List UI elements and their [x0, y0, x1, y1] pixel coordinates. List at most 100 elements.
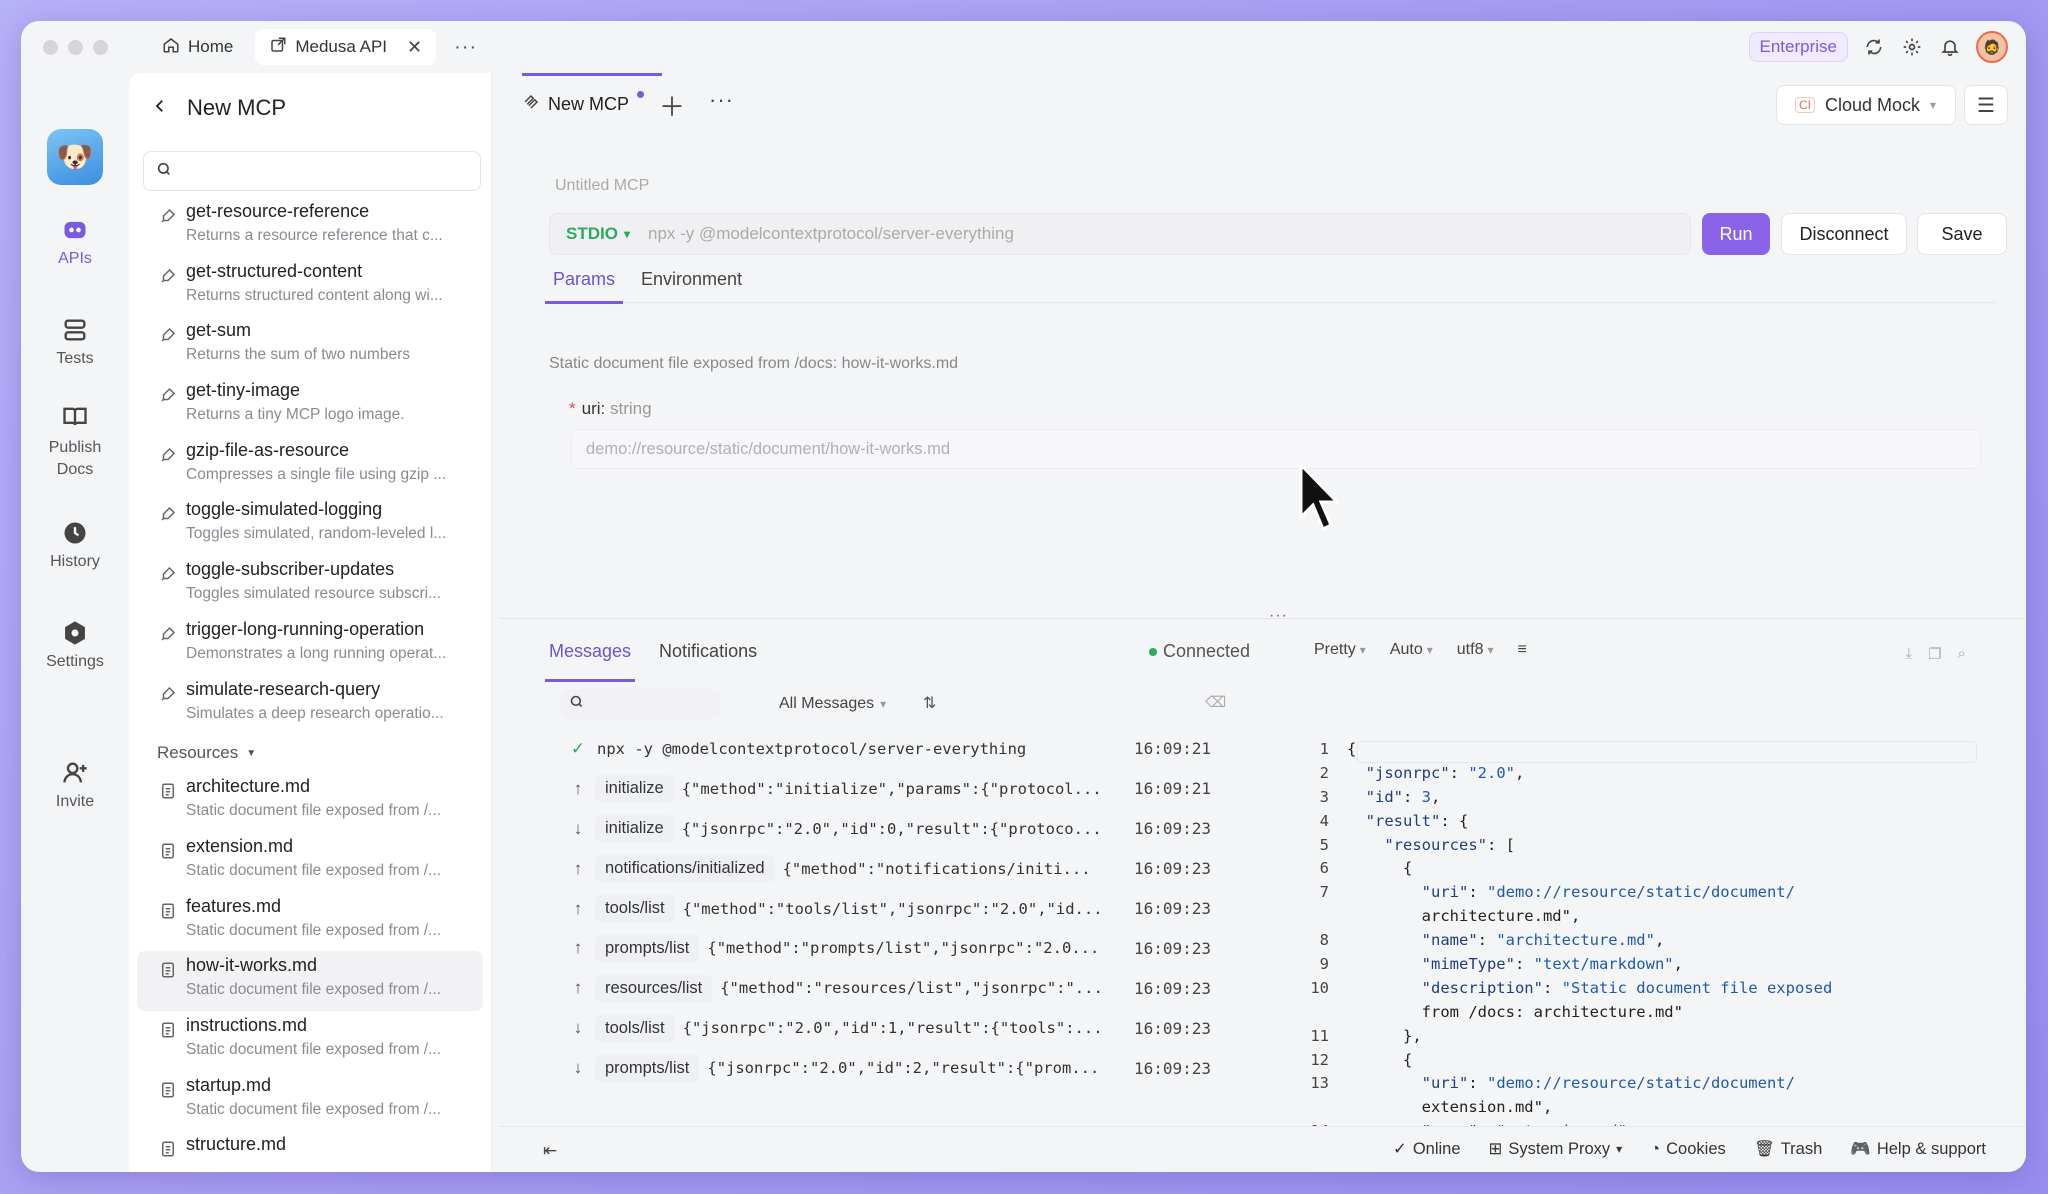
sidebar-resource-item[interactable]: structure.md — [129, 1130, 491, 1172]
user-avatar[interactable]: 🧔 — [1976, 31, 2008, 63]
save-button[interactable]: Save — [1917, 213, 2007, 255]
response-code-view[interactable]: 1{2 "jsonrpc": "2.0", 3 "id": 3, 4 "result… — [1307, 740, 1977, 1170]
sidebar-tool-item[interactable]: gzip-file-as-resource Compresses a single… — [129, 436, 491, 496]
uri-input[interactable]: demo://resource/static/document/how-it-w… — [571, 429, 1981, 469]
line-number: 12 — [1310, 1050, 1329, 1069]
clear-messages-icon[interactable]: ⌫ — [1205, 693, 1226, 711]
tool-name: simulate-research-query — [186, 678, 381, 699]
trash-button[interactable]: 🗑 Trash — [1754, 1139, 1823, 1159]
cookies-label: Cookies — [1666, 1139, 1726, 1158]
splitter-handle-icon[interactable]: ··· — [1269, 607, 1288, 625]
sidebar-search-input[interactable] — [143, 151, 481, 191]
disconnect-button[interactable]: Disconnect — [1781, 213, 1907, 255]
tab-params[interactable]: Params — [545, 269, 624, 304]
tab-home[interactable]: Home — [148, 29, 247, 65]
rail-publish-docs[interactable]: Publish Docs — [21, 403, 129, 481]
maximize-window-button[interactable] — [93, 39, 108, 55]
sidebar-tool-item[interactable]: simulate-research-query Simulates a deep … — [129, 675, 491, 735]
mode-select[interactable]: Auto ▾ — [1390, 641, 1433, 659]
message-row[interactable]: ↑ prompts/list {"method":"prompts/list",… — [561, 928, 1211, 968]
message-method: prompts/list — [595, 1054, 700, 1082]
sidebar-tool-item[interactable]: get-sum Returns the sum of two numbers — [129, 316, 491, 376]
messages-search-input[interactable] — [561, 689, 721, 719]
sidebar-tool-item[interactable]: get-structured-content Returns structured… — [129, 257, 491, 317]
online-status[interactable]: ✓ Online — [1393, 1139, 1461, 1159]
cookies-button[interactable]: ◔ Cookies — [1650, 1139, 1726, 1159]
chevron-down-icon: ▾ — [1359, 643, 1366, 657]
encoding-select[interactable]: utf8 ▾ — [1457, 641, 1494, 659]
rail-history[interactable]: History — [21, 519, 129, 571]
close-tab-icon[interactable]: ✕ — [407, 37, 422, 58]
back-icon[interactable] — [151, 95, 169, 121]
more-tabs-button[interactable]: ··· — [454, 36, 477, 59]
resource-name: structure.md — [186, 1134, 287, 1155]
format-select[interactable]: Pretty ▾ — [1314, 641, 1366, 659]
sync-icon[interactable] — [1862, 35, 1886, 59]
tool-name: toggle-subscriber-updates — [186, 559, 395, 580]
message-row[interactable]: ↑ notifications/initialized {"method":"n… — [561, 849, 1211, 889]
rail-tests[interactable]: Tests — [21, 316, 129, 368]
message-row[interactable]: ↑ initialize {"method":"initialize","par… — [561, 769, 1211, 809]
code-line: 8 "name": "architecture.md", — [1307, 931, 1977, 955]
hamburger-menu-button[interactable]: ☰ — [1964, 85, 2008, 125]
message-row[interactable]: ↓ prompts/list {"jsonrpc":"2.0","id":2,"… — [561, 1048, 1211, 1088]
tab-notifications[interactable]: Notifications — [659, 641, 757, 675]
sidebar-resource-item[interactable]: architecture.md Static document file expo… — [129, 772, 491, 832]
sidebar-resource-item[interactable]: instructions.md Static document file expo… — [129, 1011, 491, 1071]
tool-icon — [159, 326, 179, 346]
transport-select[interactable]: STDIO ▾ — [566, 224, 630, 244]
rail-settings[interactable]: Settings — [21, 619, 129, 671]
doc-tab-new-mcp[interactable]: New MCP — [522, 91, 645, 116]
rail-apis-label: APIs — [58, 250, 92, 267]
tab-more-button[interactable]: ··· — [709, 87, 734, 113]
bell-icon[interactable] — [1938, 35, 1962, 59]
sidebar-tool-item[interactable]: trigger-long-running-operation Demonstrat… — [129, 615, 491, 675]
collapse-sidebar-icon[interactable]: ⇤ — [543, 1141, 557, 1161]
tool-icon — [159, 625, 179, 645]
sidebar-resource-item[interactable]: extension.md Static document file exposed… — [129, 832, 491, 892]
gear-icon[interactable] — [1900, 35, 1924, 59]
message-row[interactable]: ↑ resources/list {"method":"resources/li… — [561, 968, 1211, 1008]
message-row[interactable]: ↓ initialize {"jsonrpc":"2.0","id":0,"re… — [561, 809, 1211, 849]
request-tabs: Params Environment — [545, 269, 1996, 304]
download-icon[interactable]: ⤓ — [1906, 645, 1913, 663]
tab-medusa-api[interactable]: Medusa API ✕ — [255, 29, 437, 65]
sidebar-tool-item[interactable]: toggle-simulated-logging Toggles simulate… — [129, 495, 491, 555]
project-logo[interactable]: 🐶 — [47, 129, 103, 185]
help-support-button[interactable]: 🎮 Help & support — [1850, 1139, 1986, 1159]
enterprise-badge[interactable]: Enterprise — [1748, 32, 1848, 62]
minimize-window-button[interactable] — [68, 39, 83, 55]
command-input[interactable]: npx -y @modelcontextprotocol/server-ever… — [648, 224, 1014, 244]
new-tab-button[interactable]: ＋ — [659, 87, 685, 124]
line-number: 9 — [1319, 955, 1329, 974]
tab-environment[interactable]: Environment — [633, 269, 750, 303]
message-row[interactable]: ✓ npx -y @modelcontextprotocol/server-ev… — [561, 729, 1211, 769]
resources-section-header[interactable]: Resources ▼ — [129, 734, 491, 772]
environment-select[interactable]: CI Cloud Mock ▾ — [1776, 85, 1956, 125]
message-row[interactable]: ↓ tools/list {"jsonrpc":"2.0","id":1,"re… — [561, 1008, 1211, 1048]
message-row[interactable]: ↑ tools/list {"method":"tools/list","jso… — [561, 889, 1211, 929]
rail-invite[interactable]: Invite — [21, 759, 129, 811]
sidebar-tool-item[interactable]: get-tiny-image Returns a tiny MCP logo im… — [129, 376, 491, 436]
run-button[interactable]: Run — [1702, 213, 1770, 255]
sort-icon[interactable]: ⇅ — [923, 693, 936, 713]
mcp-name-input[interactable]: Untitled MCP — [555, 177, 649, 195]
copy-icon[interactable]: ❐ — [1928, 645, 1941, 663]
rail-apis[interactable]: APIs — [21, 216, 129, 268]
close-window-button[interactable] — [43, 39, 58, 55]
sidebar-resource-item[interactable]: startup.md Static document file exposed f… — [129, 1071, 491, 1131]
check-circle-icon: ✓ — [1393, 1140, 1407, 1158]
messages-filter-select[interactable]: All Messages ▾ — [779, 689, 886, 719]
tab-medusa-api-label: Medusa API — [295, 37, 388, 56]
book-icon — [61, 403, 89, 431]
search-icon[interactable]: ⌕ — [1958, 645, 1966, 663]
pane-splitter[interactable] — [499, 618, 2026, 619]
sidebar-resource-item-selected[interactable]: how-it-works.md Static document file expo… — [137, 951, 483, 1011]
system-proxy-select[interactable]: ⊞ System Proxy ▾ — [1489, 1139, 1623, 1159]
tab-messages[interactable]: Messages — [544, 641, 636, 682]
sidebar-tool-item[interactable]: toggle-subscriber-updates Toggles simulat… — [129, 555, 491, 615]
sidebar-resource-item[interactable]: features.md Static document file exposed … — [129, 892, 491, 952]
messages-list: ✓ npx -y @modelcontextprotocol/server-ev… — [561, 729, 1211, 1088]
wrap-lines-icon[interactable]: ≡ — [1518, 641, 1527, 659]
sidebar-tool-item[interactable]: get-resource-reference Returns a resource… — [129, 197, 491, 257]
